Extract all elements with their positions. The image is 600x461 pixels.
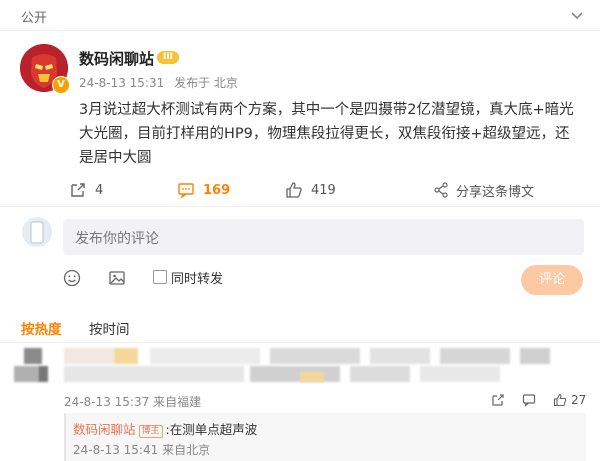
comment-count: 169	[203, 182, 231, 198]
image-icon[interactable]	[108, 269, 126, 287]
reply-source: 来自北京	[162, 443, 211, 457]
like-count: 419	[311, 182, 336, 198]
visibility-label: 公开	[21, 11, 48, 26]
chevron-down-icon[interactable]	[568, 6, 586, 24]
blurred-comment-row	[0, 372, 600, 384]
emoji-icon[interactable]	[63, 269, 81, 287]
divider	[0, 30, 600, 31]
reply-timestamp: 24-8-13 15:41	[73, 443, 159, 457]
comment-reply-icon[interactable]	[522, 393, 536, 407]
share-icon	[434, 182, 448, 198]
post-source: 发布于 北京	[174, 76, 238, 90]
level-badge: III	[157, 51, 179, 64]
share-label: 分享这条博文	[456, 184, 535, 200]
comment-meta: 24-8-13 15:37 来自福建	[64, 393, 201, 410]
phone-avatar-icon	[22, 217, 52, 247]
post-timestamp[interactable]: 24-8-13 15:31	[79, 76, 164, 90]
comment-input[interactable]: 发布你的评论	[63, 219, 584, 255]
thumbs-up-icon	[286, 182, 302, 198]
reply-text: :在测单点超声波	[165, 422, 258, 437]
action-bar: 4 169 419 分享这条博文	[0, 178, 600, 202]
forward-icon	[71, 183, 85, 197]
post-meta: 24-8-13 15:31 发布于 北京	[79, 74, 244, 91]
divider	[0, 206, 600, 207]
reply-meta: 24-8-13 15:41 来自北京	[73, 441, 210, 458]
author-name[interactable]: 数码闲聊站	[79, 48, 154, 69]
forward-count: 4	[95, 182, 104, 198]
comment-icon	[178, 183, 194, 199]
submit-comment-button[interactable]: 评论	[521, 265, 583, 295]
current-user-avatar	[22, 217, 52, 247]
blurred-comment-row	[0, 348, 600, 366]
reply-line: 数码闲聊站 博主:在测单点超声波	[73, 419, 257, 438]
divider	[0, 342, 600, 343]
like-button[interactable]: 419	[285, 178, 336, 202]
reply-author[interactable]: 数码闲聊站	[73, 422, 136, 437]
sync-repost-label: 同时转发	[171, 272, 224, 287]
post-content: 3月说过超大杯测试有两个方案，其中一个是四摄带2亿潜望镜，真大底+暗光大光圈，目…	[79, 102, 574, 166]
sync-repost-checkbox[interactable]	[153, 270, 167, 284]
comment-timestamp: 24-8-13 15:37	[64, 395, 150, 409]
tab-sort-hot[interactable]: 按热度	[21, 318, 62, 338]
verified-badge: V	[52, 76, 70, 94]
top-bar: 公开	[0, 0, 600, 30]
blogger-tag: 博主	[138, 425, 163, 438]
comment-forward-icon[interactable]	[491, 393, 505, 407]
comment-source: 来自福建	[153, 395, 202, 409]
comment-like-count: 27	[571, 393, 587, 407]
comment-placeholder: 发布你的评论	[75, 231, 159, 247]
share-button[interactable]: 分享这条博文	[434, 178, 534, 202]
comment-button[interactable]: 169	[177, 178, 230, 202]
forward-button[interactable]: 4	[69, 178, 103, 202]
comment-like-icon[interactable]	[553, 393, 567, 407]
tab-sort-time[interactable]: 按时间	[89, 318, 130, 338]
